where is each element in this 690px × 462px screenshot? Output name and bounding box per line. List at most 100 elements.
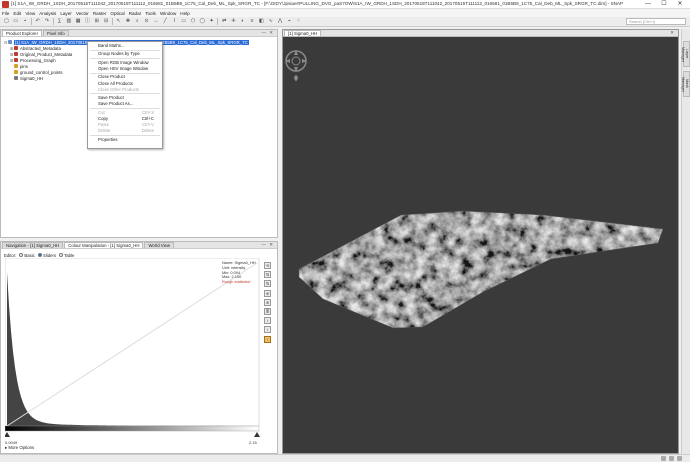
maximize-button[interactable]: ☐ [656, 0, 672, 9]
search-input[interactable]: Search (Ctrl+I) [626, 18, 686, 25]
image-canvas[interactable] [283, 37, 678, 453]
sync-cursor-icon[interactable]: ✛ [230, 18, 237, 25]
menu-tools[interactable]: Tools [145, 11, 156, 16]
image-view-window: [1] Sigma0_HH ✕ [282, 29, 679, 454]
sync-views-icon[interactable]: ⇄ [221, 18, 228, 25]
menu-view[interactable]: View [25, 11, 35, 16]
menu-window[interactable]: Window [160, 11, 176, 16]
time-series-icon[interactable]: ∿ [267, 18, 274, 25]
select-tool-icon[interactable]: ↖ [115, 18, 122, 25]
image-window-close[interactable]: ✕ [670, 30, 678, 36]
polyline-tool-icon[interactable]: ⌇ [171, 18, 178, 25]
tab-sigma0-image[interactable]: [1] Sigma0_HH [284, 30, 322, 36]
rough-statistics-warning: Rough statistics! [222, 279, 251, 285]
status-bar [0, 454, 690, 462]
colour-panel-controls[interactable]: — ✕ [261, 242, 277, 248]
title-bar: [1] S1A_IW_GRDH_1SDH_20170515T111042_201… [0, 0, 690, 9]
colour-tool-icon[interactable]: ⊕ [264, 298, 271, 306]
range-finder-icon[interactable]: ↔ [152, 18, 159, 25]
ellipse-tool-icon[interactable]: ◯ [199, 18, 206, 25]
navigation-compass[interactable] [285, 50, 307, 72]
colour-tool-icon[interactable]: ⊕ [264, 289, 271, 297]
line-tool-icon[interactable]: ╱ [162, 18, 169, 25]
context-menu-item[interactable]: Group Nodes by Type [88, 51, 162, 57]
histogram-plot: 0.0049 2.15 [5, 258, 260, 445]
context-menu-item[interactable]: Band Maths... [88, 43, 162, 49]
context-menu-item[interactable]: Open HSV Image Window [88, 66, 162, 72]
radio-button[interactable] [59, 253, 64, 258]
colour-tool-icon[interactable]: ⇅ [264, 280, 271, 288]
pan-tool-icon[interactable]: ✥ [124, 18, 131, 25]
menu-edit[interactable]: Edit [13, 11, 21, 16]
editor-option-table[interactable]: Table [59, 253, 74, 258]
polygon-tool-icon[interactable]: ⬠ [190, 18, 197, 25]
tab-mask-manager[interactable]: Mask Manager [681, 71, 690, 97]
colour-tool-icon[interactable]: ↕ [264, 317, 271, 325]
menu-radar[interactable]: Radar [129, 11, 142, 16]
rectangle-tool-icon[interactable]: ▭ [180, 18, 187, 25]
world-map-icon[interactable]: ◐ [239, 18, 246, 25]
scatter-plot-icon[interactable]: ⁘ [295, 18, 302, 25]
minimize-button[interactable]: — [640, 0, 656, 9]
menu-layer[interactable]: Layer [60, 11, 72, 16]
colour-tool-icon[interactable]: ⇅ [264, 271, 271, 279]
colour-tool-icon[interactable]: ! [264, 335, 271, 343]
batch-processing-icon[interactable]: ⊟ [103, 18, 110, 25]
colour-tool-icon[interactable]: ≣ [264, 307, 271, 315]
context-menu-item[interactable]: Properties [88, 137, 162, 143]
colour-tool-icon[interactable]: ⟲ [264, 262, 271, 269]
spectrum-icon[interactable]: ⋀ [277, 18, 284, 25]
product-context-menu: Band Maths... Group Nodes by Type Open RGB… [87, 41, 163, 149]
histogram-icon[interactable]: ▥ [65, 18, 72, 25]
explorer-panel-controls[interactable]: — ✕ [261, 30, 277, 36]
min-slider-handle[interactable] [5, 432, 10, 437]
max-slider-handle[interactable] [254, 432, 260, 437]
layers-icon[interactable]: ≡ [249, 18, 256, 25]
pin-tool-icon[interactable]: ⊙ [143, 18, 150, 25]
colour-manipulation-panel: Navigation - [1] Sigma0_HH Colour Manipu… [0, 241, 278, 454]
new-product-icon[interactable]: ▢ [3, 18, 10, 25]
tree-node-label: Sigma0_HH [20, 75, 44, 81]
context-menu-item-label: Delete [98, 128, 111, 134]
band-maths-icon[interactable]: ∑ [56, 18, 63, 25]
radio-label: Basic [24, 252, 35, 258]
information-icon[interactable]: ⓘ [84, 18, 91, 25]
menu-raster[interactable]: Raster [93, 11, 107, 16]
menu-analysis[interactable]: Analysis [39, 11, 56, 16]
magic-wand-icon[interactable]: ✦ [208, 18, 215, 25]
status-icon-1 [661, 456, 666, 461]
redo-icon[interactable]: ↷ [43, 18, 50, 25]
context-menu-item[interactable]: Save Product As... [88, 101, 162, 107]
colour-tool-icon[interactable]: ↕ [264, 326, 271, 334]
undo-icon[interactable]: ↶ [34, 18, 41, 25]
tab-product-explorer[interactable]: Product Explorer [2, 30, 43, 36]
editor-option-sliders[interactable]: Sliders [37, 253, 56, 258]
radio-button[interactable] [19, 253, 24, 258]
editor-option-basic[interactable]: Basic [19, 253, 35, 258]
zoom-tool-icon[interactable]: ⌕ [134, 18, 141, 25]
menu-vector[interactable]: Vector [76, 11, 89, 16]
profile-plot-icon[interactable]: ⌁ [286, 18, 293, 25]
graph-builder-icon[interactable]: ⊞ [93, 18, 100, 25]
menu-file[interactable]: File [2, 11, 9, 16]
tree-node-icon [14, 70, 18, 74]
statistics-icon[interactable]: ▦ [75, 18, 82, 25]
tab-pixel-info[interactable]: Pixel Info [43, 30, 69, 36]
tab-colour-manipulation[interactable]: Colour Manipulation - [1] Sigma0_HH [64, 242, 144, 248]
max-slider-label[interactable]: 2.15 [249, 440, 258, 445]
mask-icon[interactable]: ◧ [258, 18, 265, 25]
more-options-toggle[interactable]: ▸ More Options [5, 445, 34, 451]
zoom-slider-control[interactable] [294, 75, 298, 81]
colour-gradient-bar [5, 425, 260, 432]
save-icon[interactable]: ▪ [22, 18, 29, 25]
tab-layer-manager[interactable]: Layer Manager [681, 41, 690, 67]
close-window-button[interactable]: ✕ [672, 0, 688, 9]
tree-node-label: Original_Product_Metadata [20, 51, 73, 57]
explorer-tabs: Product Explorer Pixel Info — ✕ [1, 30, 277, 37]
open-product-icon[interactable]: ▭ [12, 18, 19, 25]
tab-navigation[interactable]: Navigation - [1] Sigma0_HH [2, 242, 64, 248]
tab-world-view[interactable]: World View [144, 242, 175, 248]
menu-optical[interactable]: Optical [110, 11, 124, 16]
menu-help[interactable]: Help [180, 11, 189, 16]
radio-button[interactable] [37, 253, 42, 258]
